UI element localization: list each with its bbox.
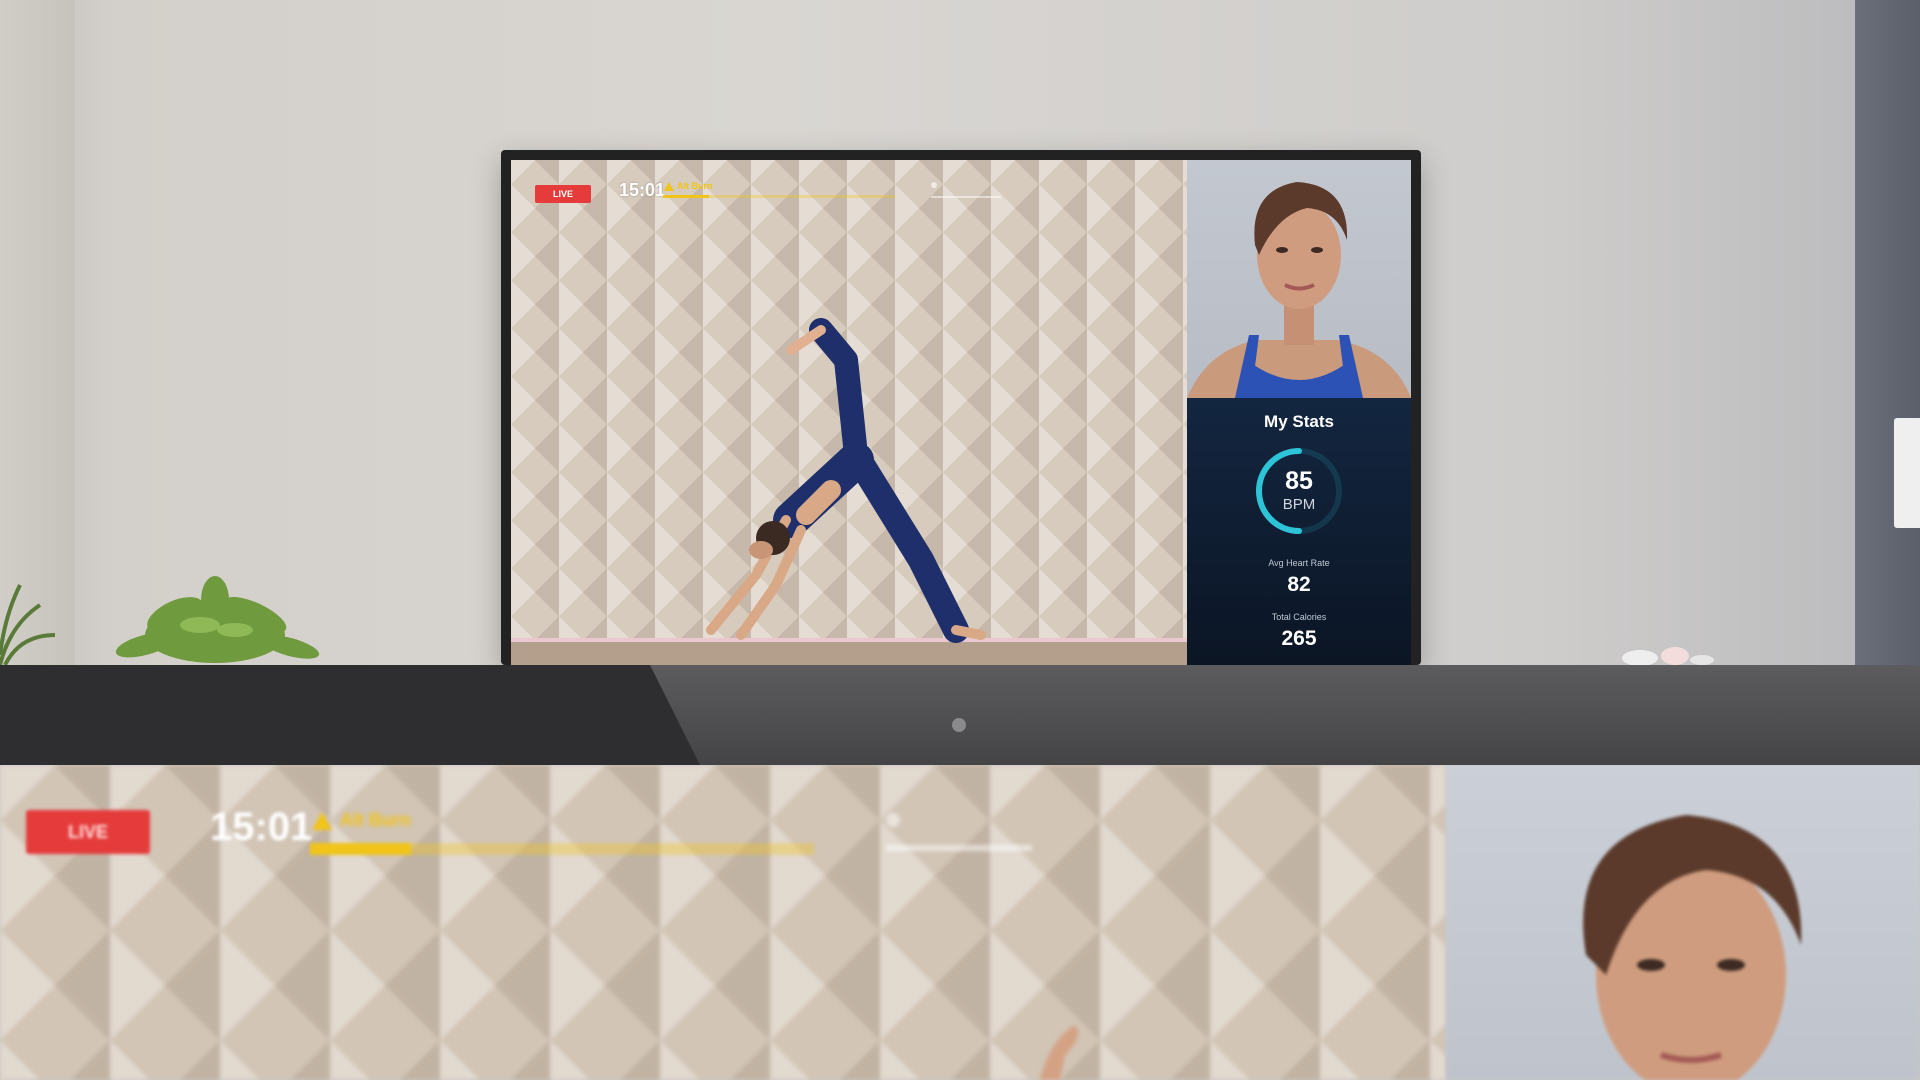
zoomed-hand-icon: [1040, 1025, 1079, 1080]
room-background: LIVE 15:01 Alt Burn My Stats 85 BPM Avg …: [0, 0, 1920, 665]
live-badge: LIVE: [535, 185, 591, 203]
total-calories-value: 265: [1281, 627, 1317, 650]
yoga-instructor-figure: [706, 318, 986, 643]
zoomed-screen-view: LIVE 15:01 Alt Burn: [0, 765, 1920, 1080]
workout-video[interactable]: LIVE 15:01 Alt Burn: [511, 160, 1187, 665]
segment-progress-bar: [663, 195, 895, 198]
zoomed-coach-portrait-icon: [1583, 815, 1802, 1080]
next-segment-bar: [931, 196, 1001, 198]
bpm-value: 85: [1285, 467, 1313, 495]
shelf-shadow: [0, 665, 700, 765]
plant-left-icon: [0, 584, 56, 665]
stats-title: My Stats: [1264, 412, 1334, 431]
bpm-unit: BPM: [1282, 496, 1316, 513]
zoomed-segment-progress-fill: [310, 843, 411, 855]
avg-heart-rate-label: Avg Heart Rate: [1268, 558, 1330, 568]
zoomed-segment-label: Alt Burn: [340, 810, 411, 830]
flame-icon: [664, 182, 674, 191]
zoomed-coach-video: [1446, 765, 1920, 1080]
my-stats-panel: My Stats 85 BPM Avg Heart Rate 82 Total …: [1187, 398, 1411, 665]
avg-heart-rate-value: 82: [1287, 573, 1311, 596]
coach-portrait-icon: [1187, 182, 1411, 398]
zoomed-next-segment-bar: [886, 845, 1032, 851]
zoomed-next-segment-dot-icon: [886, 813, 900, 827]
wall-side-panel-tab: [1894, 418, 1920, 528]
shelf-decor-icon: [1622, 647, 1714, 665]
total-calories-label: Total Calories: [1271, 612, 1327, 622]
zoomed-flame-icon: [312, 812, 332, 830]
side-panel: My Stats 85 BPM Avg Heart Rate 82 Total …: [1187, 160, 1411, 665]
zoomed-workout-timer: 15:01: [210, 805, 313, 849]
segment-progress-fill: [663, 195, 710, 198]
coach-video: [1187, 160, 1411, 398]
workout-timer: 15:01: [619, 180, 666, 200]
zoomed-live-badge: LIVE: [26, 810, 150, 854]
next-segment-dot-icon: [931, 182, 937, 188]
segment-label: Alt Burn: [677, 181, 713, 191]
wall-right-panel: [1855, 0, 1920, 665]
tv-screen: LIVE 15:01 Alt Burn My Stats 85 BPM Avg …: [511, 160, 1411, 665]
television: LIVE 15:01 Alt Burn My Stats 85 BPM Avg …: [501, 150, 1421, 665]
plant-icon: [115, 576, 320, 663]
zoomed-segment-progress-bar: [310, 843, 814, 855]
shelf-indicator-icon: [952, 718, 966, 732]
